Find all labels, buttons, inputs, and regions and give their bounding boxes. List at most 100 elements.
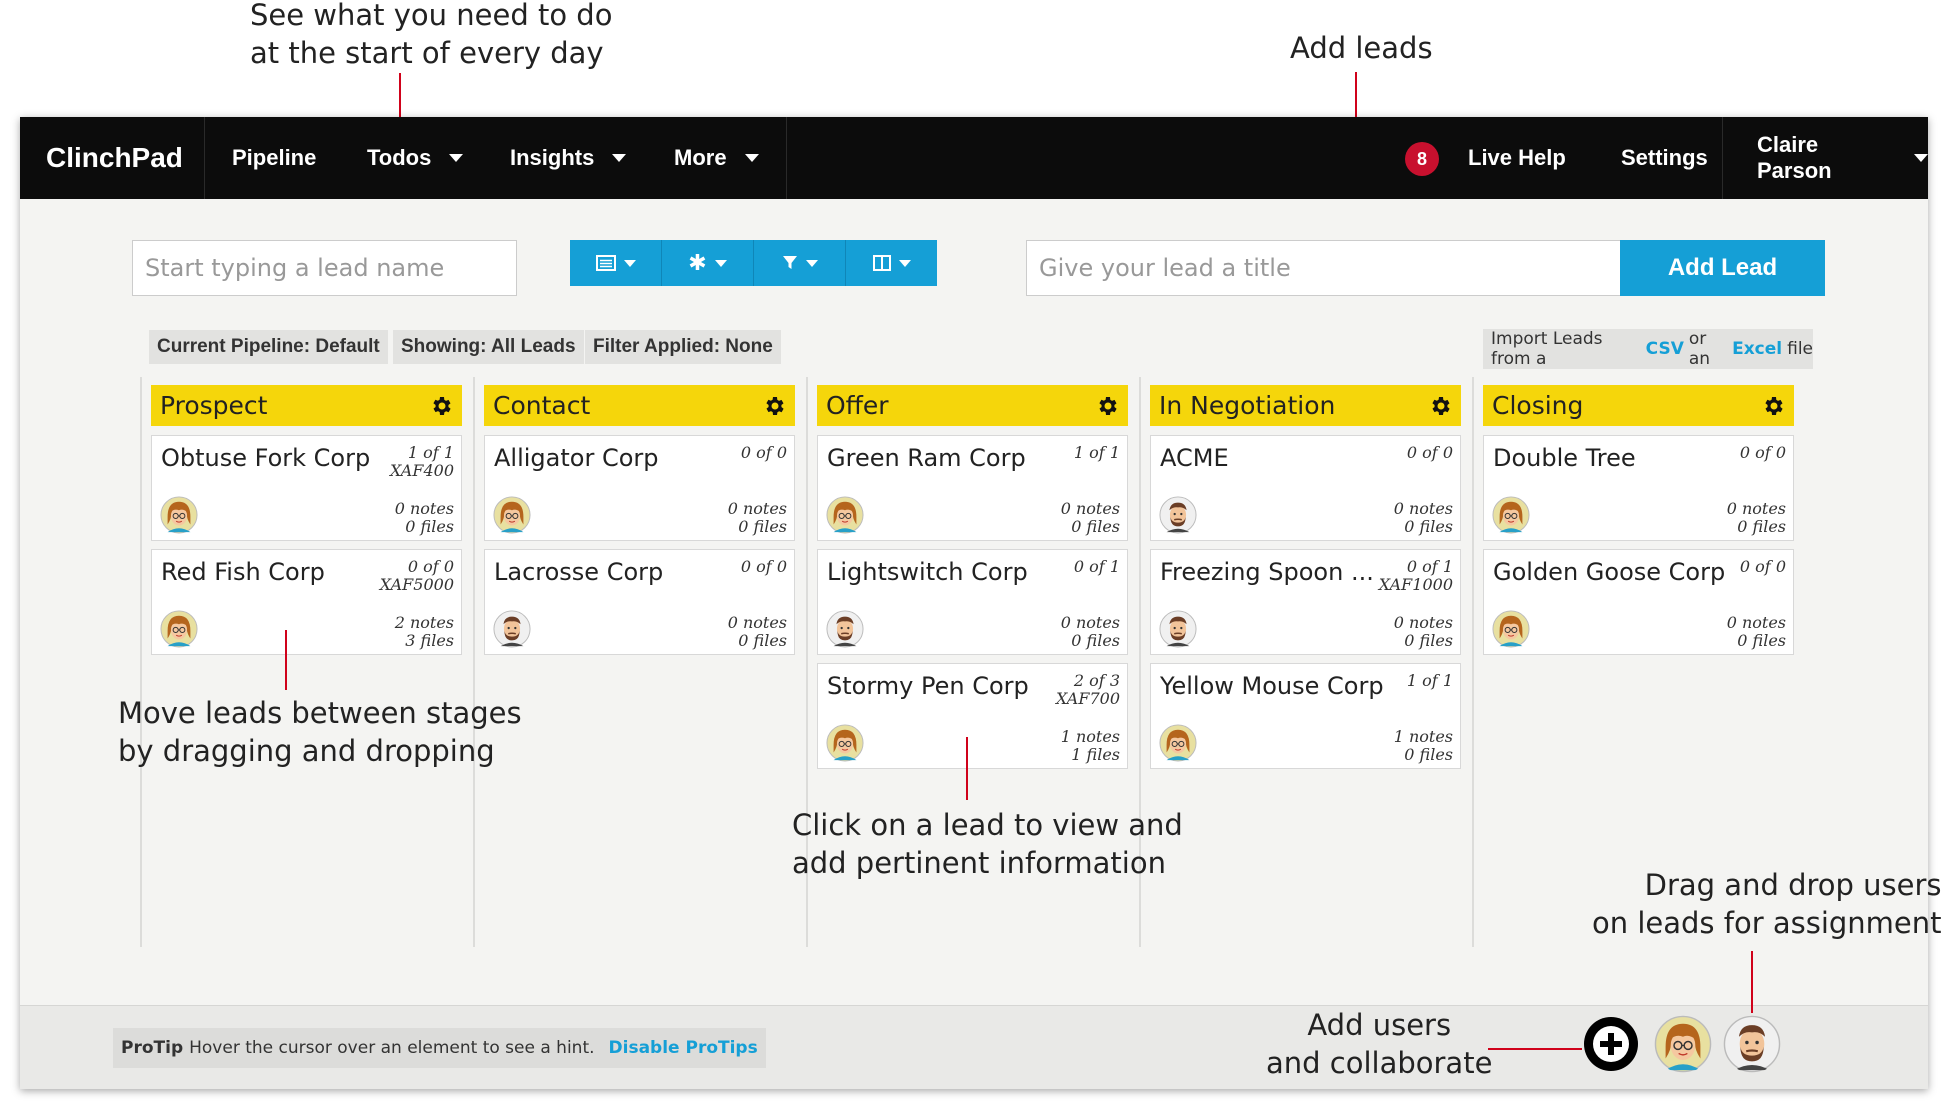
lead-search-input[interactable]: [132, 240, 517, 296]
add-user-button[interactable]: [1582, 1015, 1640, 1073]
lead-title-input[interactable]: [1026, 240, 1621, 296]
lead-name: Golden Goose Corp: [1493, 558, 1726, 586]
avatar-woman[interactable]: [1159, 724, 1197, 762]
annotation-click-lead-line: [966, 737, 968, 800]
lead-card[interactable]: Alligator Corp 0 of 0 0 notes 0 files: [484, 435, 795, 541]
stage-title: Offer: [826, 391, 889, 420]
filter-icon: [782, 256, 797, 269]
nav-live-help[interactable]: Live Help: [1468, 117, 1566, 199]
lead-card[interactable]: Golden Goose Corp 0 of 0 0 notes 0 files: [1483, 549, 1794, 655]
lead-card[interactable]: Freezing Spoon ... 0 of 1 XAF1000 0 notes…: [1150, 549, 1461, 655]
chevron-down-icon: [805, 259, 818, 267]
lead-meta: 1 notes 0 files: [1393, 727, 1453, 764]
stage-header-in-negotiation[interactable]: In Negotiation: [1150, 385, 1461, 426]
lead-name: ACME: [1160, 444, 1229, 472]
nav-user-menu[interactable]: Claire Parson: [1757, 117, 1928, 199]
nav-insights[interactable]: Insights: [510, 117, 627, 199]
lead-card[interactable]: ACME 0 of 0 0 notes 0 files: [1150, 435, 1461, 541]
columns-button[interactable]: [846, 240, 937, 286]
stage-title: Prospect: [160, 391, 268, 420]
stage-header-offer[interactable]: Offer: [817, 385, 1128, 426]
gear-icon[interactable]: [430, 394, 454, 418]
lead-count: 1 of 1: [1406, 671, 1453, 690]
lead-card[interactable]: Green Ram Corp 1 of 1 0 notes 0 files: [817, 435, 1128, 541]
pipeline-chip[interactable]: Current Pipeline: Default: [149, 330, 388, 364]
avatar-woman[interactable]: [160, 610, 198, 648]
lead-count: 2 of 3 XAF700: [1055, 671, 1120, 708]
filter-button[interactable]: [754, 240, 846, 286]
import-suffix: file: [1787, 339, 1813, 359]
avatar-woman[interactable]: [160, 496, 198, 534]
avatar-man[interactable]: [826, 610, 864, 648]
gear-icon[interactable]: [1429, 394, 1453, 418]
stage-title: In Negotiation: [1159, 391, 1336, 420]
gear-icon[interactable]: [763, 394, 787, 418]
nav-todos[interactable]: Todos: [367, 117, 464, 199]
avatar-woman[interactable]: [1654, 1015, 1712, 1073]
annotation-add-users: Add users and collaborate: [1266, 1008, 1493, 1080]
showing-chip[interactable]: Showing: All Leads: [393, 330, 584, 364]
avatar-man[interactable]: [1723, 1015, 1781, 1073]
lead-count: 0 of 0 XAF5000: [379, 557, 454, 594]
lead-count: 0 of 0: [1406, 443, 1453, 462]
stage-header-closing[interactable]: Closing: [1483, 385, 1794, 426]
avatar-man[interactable]: [1159, 610, 1197, 648]
nav-settings[interactable]: Settings: [1621, 117, 1708, 199]
settings-star-icon: ✱: [688, 250, 707, 275]
import-csv-link[interactable]: CSV: [1646, 339, 1684, 359]
nav-pipeline[interactable]: Pipeline: [232, 117, 316, 199]
lead-card[interactable]: Stormy Pen Corp 2 of 3 XAF700 1 notes 1 fi…: [817, 663, 1128, 769]
annotation-click-lead: Click on a lead to view and add pertinen…: [792, 808, 1183, 880]
lead-card[interactable]: Yellow Mouse Corp 1 of 1 1 notes 0 files: [1150, 663, 1461, 769]
columns-icon: [872, 255, 891, 271]
annotation-add-leads: Add leads: [1290, 31, 1433, 65]
lead-name: Lightswitch Corp: [827, 558, 1028, 586]
avatar-man[interactable]: [493, 610, 531, 648]
avatar-man[interactable]: [1159, 496, 1197, 534]
chevron-down-icon: [612, 154, 627, 162]
lead-name: Alligator Corp: [494, 444, 659, 472]
filter-chip[interactable]: Filter Applied: None: [585, 330, 781, 364]
annotation-add-users-line: [1488, 1048, 1582, 1050]
avatar-woman[interactable]: [493, 496, 531, 534]
avatar-woman[interactable]: [826, 496, 864, 534]
add-lead-button[interactable]: Add Lead: [1620, 240, 1825, 296]
lead-count: 1 of 1: [1073, 443, 1120, 462]
lead-name: Green Ram Corp: [827, 444, 1026, 472]
list-view-button[interactable]: [570, 240, 662, 286]
lead-card[interactable]: Lacrosse Corp 0 of 0 0 notes 0 files: [484, 549, 795, 655]
lead-name: Obtuse Fork Corp: [161, 444, 371, 472]
annotation-move-leads-line: [285, 630, 287, 690]
annotation-move-leads: Move leads between stages by dragging an…: [118, 696, 522, 768]
notification-badge[interactable]: 8: [1405, 142, 1439, 176]
avatar-woman[interactable]: [826, 724, 864, 762]
nav-divider: [204, 117, 205, 199]
disable-protips-link[interactable]: Disable ProTips: [609, 1038, 758, 1058]
chevron-down-icon: [1914, 154, 1928, 162]
nav-more[interactable]: More: [674, 117, 759, 199]
gear-icon[interactable]: [1762, 394, 1786, 418]
lead-card[interactable]: Double Tree 0 of 0 0 notes 0 files: [1483, 435, 1794, 541]
lead-card[interactable]: Lightswitch Corp 0 of 1 0 notes 0 files: [817, 549, 1128, 655]
lead-name: Freezing Spoon ...: [1160, 558, 1374, 586]
lead-meta: 0 notes 0 files: [1060, 499, 1120, 536]
list-view-icon: [595, 255, 616, 271]
import-excel-link[interactable]: Excel: [1732, 339, 1782, 359]
column-divider: [1472, 377, 1474, 947]
stage-header-prospect[interactable]: Prospect: [151, 385, 462, 426]
settings-button[interactable]: ✱: [662, 240, 754, 286]
gear-icon[interactable]: [1096, 394, 1120, 418]
lead-card[interactable]: Red Fish Corp 0 of 0 XAF5000 2 notes 3 fil…: [151, 549, 462, 655]
avatar-woman[interactable]: [1492, 496, 1530, 534]
chevron-down-icon: [623, 259, 636, 267]
stage-header-contact[interactable]: Contact: [484, 385, 795, 426]
lead-card[interactable]: Obtuse Fork Corp 1 of 1 XAF400 0 notes 0 f…: [151, 435, 462, 541]
lead-meta: 2 notes 3 files: [394, 613, 454, 650]
lead-name: Yellow Mouse Corp: [1160, 672, 1384, 700]
lead-count: 0 of 1: [1073, 557, 1120, 576]
nav-divider: [786, 117, 787, 199]
avatar-woman[interactable]: [1492, 610, 1530, 648]
nav-divider: [1722, 117, 1723, 199]
lead-count: 0 of 1 XAF1000: [1378, 557, 1453, 594]
brand-logo[interactable]: ClinchPad: [46, 117, 183, 199]
